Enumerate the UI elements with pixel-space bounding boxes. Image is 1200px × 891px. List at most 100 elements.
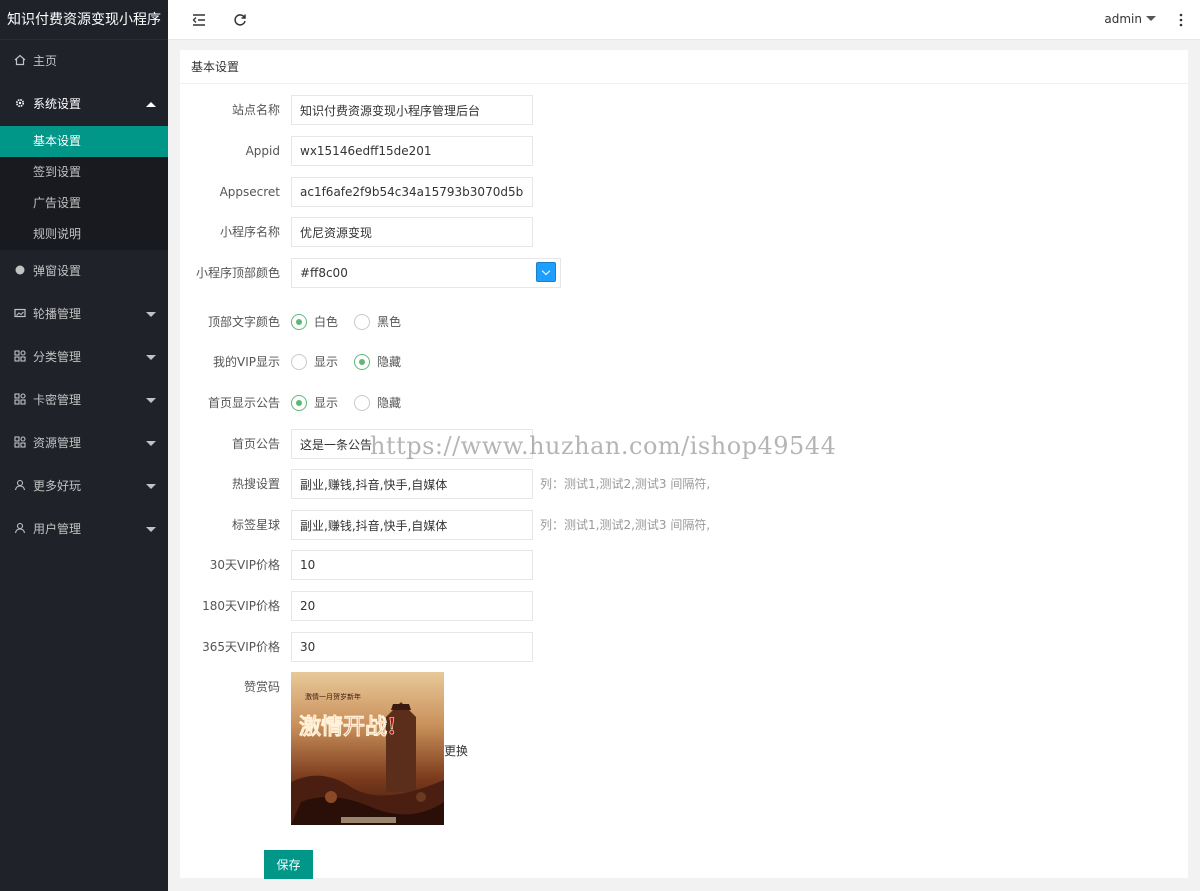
- sidebar-item-label: 系统设置: [33, 97, 82, 111]
- sidebar-item-label: 主页: [33, 54, 58, 68]
- user-icon: [14, 479, 26, 491]
- home-notice-input[interactable]: [291, 429, 533, 459]
- form-row-vip30: 30天VIP价格: [180, 550, 1188, 580]
- radio-black[interactable]: 黑色: [354, 314, 401, 330]
- settings-card: 基本设置 站点名称 Appid Appsecret 小程序名称 小程序顶部颜色 …: [180, 50, 1188, 879]
- field-label: 小程序顶部颜色: [195, 266, 280, 280]
- field-label: 热搜设置: [231, 477, 280, 491]
- reward-image-title: 激情开战!: [299, 714, 397, 740]
- apps-icon: [14, 350, 26, 362]
- reward-code-image: 激情一月贺岁新年 激情开战!: [291, 672, 444, 825]
- username: admin: [1104, 12, 1142, 26]
- app-title: 知识付费资源变现小程序: [0, 0, 168, 40]
- field-label: 首页显示公告: [207, 396, 280, 410]
- sidebar-item-resources[interactable]: 资源管理: [0, 422, 168, 465]
- chevron-up-icon: [146, 102, 156, 107]
- field-label: 赞赏码: [243, 680, 280, 694]
- sidebar-subitem-rules[interactable]: 规则说明: [0, 219, 168, 250]
- user-menu[interactable]: admin: [1104, 12, 1156, 26]
- sidebar-item-category[interactable]: 分类管理: [0, 336, 168, 379]
- form-row-vip365: 365天VIP价格: [180, 632, 1188, 662]
- reward-image-caption: 激情一月贺岁新年: [305, 692, 361, 701]
- radio-hide[interactable]: 隐藏: [354, 354, 401, 370]
- chevron-down-icon: [146, 441, 156, 446]
- collapse-menu-icon[interactable]: [190, 11, 208, 29]
- circle-icon: [15, 265, 25, 275]
- radio-circle: [354, 314, 370, 330]
- chevron-down-icon: [146, 355, 156, 360]
- refresh-icon[interactable]: [231, 11, 249, 29]
- radio-circle: [291, 354, 307, 370]
- sidebar-subitem-ad-settings[interactable]: 广告设置: [0, 188, 168, 219]
- more-vertical-icon[interactable]: [1178, 12, 1184, 28]
- field-label: Appid: [245, 144, 280, 158]
- tag-ball-input[interactable]: [291, 510, 533, 540]
- sidebar-item-carousel[interactable]: 轮播管理: [0, 293, 168, 336]
- radio-label: 显示: [314, 355, 339, 369]
- field-label: 我的VIP显示: [213, 355, 280, 369]
- sidebar-item-more-fun[interactable]: 更多好玩: [0, 465, 168, 508]
- form-row-tag-ball: 标签星球 列：测试1,测试2,测试3 间隔符,: [180, 510, 1188, 540]
- field-hint: 列：测试1,测试2,测试3 间隔符,: [540, 518, 711, 532]
- sidebar-item-label: 轮播管理: [33, 307, 82, 321]
- form-row-home-notice: 首页公告: [180, 429, 1188, 459]
- radio-label: 白色: [314, 315, 339, 329]
- save-button[interactable]: 保存: [264, 850, 313, 879]
- sidebar-item-label: 卡密管理: [33, 393, 82, 407]
- top-header: admin: [168, 0, 1200, 40]
- sidebar-subitem-basic-settings[interactable]: 基本设置: [0, 126, 168, 157]
- radio-white[interactable]: 白色: [291, 314, 338, 330]
- form-row-top-text-color: 顶部文字颜色 白色 黑色: [180, 307, 1188, 337]
- sidebar-item-home[interactable]: 主页: [0, 40, 168, 83]
- sidebar-subitem-checkin-settings[interactable]: 签到设置: [0, 157, 168, 188]
- form-row-hot-search: 热搜设置 列：测试1,测试2,测试3 间隔符,: [180, 469, 1188, 499]
- radio-show[interactable]: 显示: [291, 395, 338, 411]
- form-row-appid: Appid: [180, 136, 1188, 166]
- field-label: Appsecret: [219, 185, 280, 199]
- sidebar-item-card-key[interactable]: 卡密管理: [0, 379, 168, 422]
- system-settings-submenu: 基本设置 签到设置 广告设置 规则说明: [0, 126, 168, 250]
- appsecret-input[interactable]: [291, 177, 533, 207]
- sidebar-item-users[interactable]: 用户管理: [0, 508, 168, 551]
- sidebar-item-label: 资源管理: [33, 436, 82, 450]
- radio-label: 隐藏: [377, 355, 402, 369]
- radio-label: 黑色: [377, 315, 402, 329]
- hot-search-input[interactable]: [291, 469, 533, 499]
- color-picker-button[interactable]: [536, 262, 556, 282]
- apps-icon: [14, 436, 26, 448]
- radio-label: 显示: [314, 396, 339, 410]
- form-row-site-name: 站点名称: [180, 95, 1188, 125]
- sidebar-item-system-settings[interactable]: 系统设置: [0, 83, 168, 126]
- apps-icon: [14, 393, 26, 405]
- top-color-input[interactable]: [291, 258, 561, 288]
- sidebar-item-label: 弹窗设置: [33, 264, 82, 278]
- radio-label: 隐藏: [377, 396, 402, 410]
- home-icon: [14, 54, 26, 66]
- sidebar: 知识付费资源变现小程序 主页 系统设置 基本设置 签到设置 广告设置 规则说明 …: [0, 0, 168, 891]
- mini-program-name-input[interactable]: [291, 217, 533, 247]
- vip30-price-input[interactable]: [291, 550, 533, 580]
- radio-circle: [354, 354, 370, 370]
- form-row-appsecret: Appsecret: [180, 177, 1188, 207]
- replace-image-link[interactable]: 更换: [444, 742, 468, 759]
- sidebar-item-label: 用户管理: [33, 522, 82, 536]
- field-label: 小程序名称: [219, 225, 280, 239]
- vip365-price-input[interactable]: [291, 632, 533, 662]
- field-label: 365天VIP价格: [202, 640, 280, 654]
- radio-circle: [291, 314, 307, 330]
- field-label: 180天VIP价格: [202, 599, 280, 613]
- radio-show[interactable]: 显示: [291, 354, 338, 370]
- radio-circle: [354, 395, 370, 411]
- appid-input[interactable]: [291, 136, 533, 166]
- image-icon: [14, 308, 26, 318]
- sidebar-item-popup-settings[interactable]: 弹窗设置: [0, 250, 168, 293]
- radio-circle: [291, 395, 307, 411]
- radio-hide[interactable]: 隐藏: [354, 395, 401, 411]
- sidebar-item-label: 更多好玩: [33, 479, 82, 493]
- site-name-input[interactable]: [291, 95, 533, 125]
- card-title: 基本设置: [180, 50, 1188, 84]
- form-row-vip180: 180天VIP价格: [180, 591, 1188, 621]
- vip180-price-input[interactable]: [291, 591, 533, 621]
- chevron-down-icon: [146, 312, 156, 317]
- field-label: 30天VIP价格: [209, 558, 280, 572]
